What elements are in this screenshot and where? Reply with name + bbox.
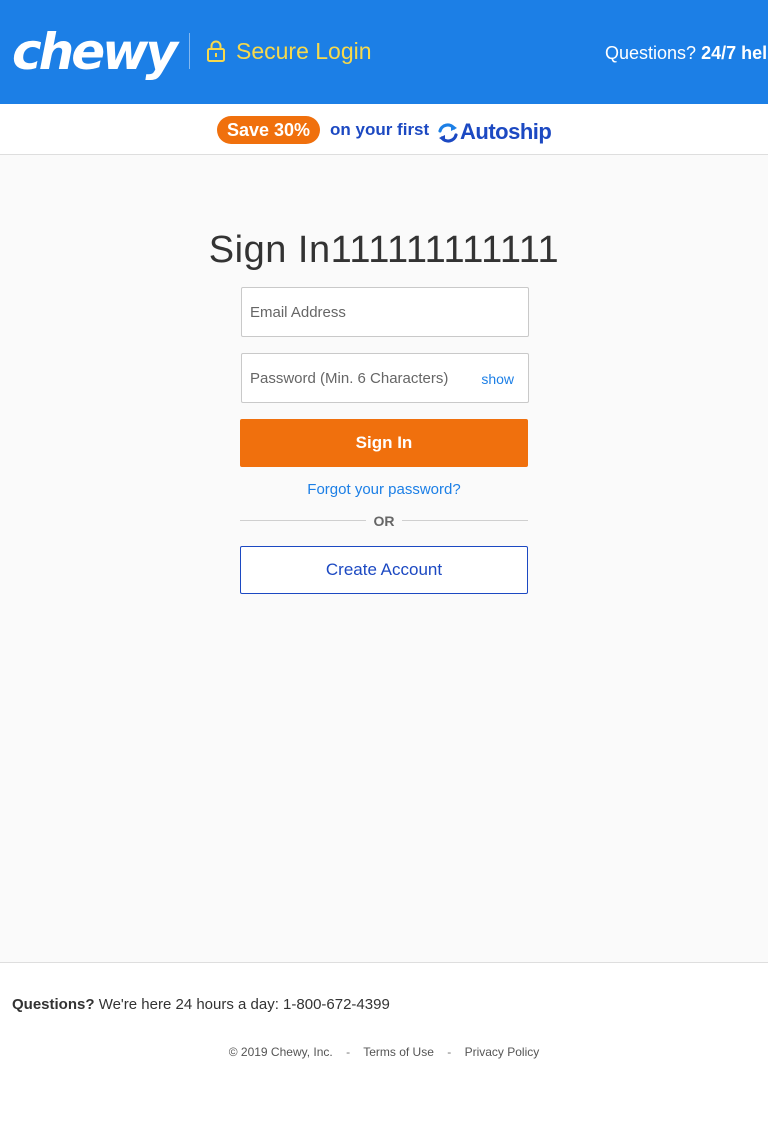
header-questions-label: Questions?	[605, 43, 697, 63]
chewy-logo[interactable]: chewy	[12, 24, 178, 80]
copyright-text: © 2019 Chewy, Inc.	[228, 1045, 333, 1059]
privacy-policy-link[interactable]: Privacy Policy	[465, 1045, 540, 1059]
autoship-promo-banner[interactable]: Save 30% on your first Autoship	[0, 104, 768, 155]
email-field[interactable]	[242, 288, 528, 336]
sign-in-button[interactable]: Sign In	[240, 419, 528, 467]
autoship-logo: Autoship	[437, 118, 567, 146]
footer-separator: -	[346, 1045, 351, 1059]
or-line-right	[402, 520, 528, 521]
header-divider	[189, 33, 190, 69]
page-title: Sign In111111111111	[208, 229, 560, 271]
footer-separator: -	[447, 1045, 452, 1059]
email-field-container	[241, 287, 529, 337]
secure-login-label: Secure Login	[236, 38, 372, 64]
forgot-password-link[interactable]: Forgot your password?	[307, 481, 460, 498]
save-badge: Save 30%	[217, 116, 320, 144]
footer-links: © 2019 Chewy, Inc. - Terms of Use - Priv…	[0, 1043, 768, 1061]
header: chewy Secure Login Questions? 24/7 hel	[0, 0, 768, 104]
lock-icon	[207, 40, 225, 62]
footer: Questions? We're here 24 hours a day: 1-…	[0, 962, 768, 1123]
footer-questions-label: Questions?	[12, 996, 95, 1013]
show-password-toggle[interactable]: show	[481, 370, 514, 388]
footer-questions: Questions? We're here 24 hours a day: 1-…	[12, 995, 390, 1015]
header-questions: Questions? 24/7 hel	[605, 40, 767, 66]
password-field-container: show	[241, 353, 529, 403]
footer-questions-text: We're here 24 hours a day: 1-800-672-439…	[98, 996, 390, 1013]
forgot-password-row: Forgot your password?	[0, 480, 768, 500]
autoship-arrows-icon	[438, 123, 458, 143]
promo-text: on your first	[330, 120, 430, 139]
terms-of-use-link[interactable]: Terms of Use	[363, 1045, 434, 1059]
header-help-text[interactable]: 24/7 hel	[701, 43, 767, 63]
or-label: OR	[373, 513, 395, 529]
create-account-button[interactable]: Create Account	[240, 546, 528, 594]
or-divider: OR	[240, 511, 528, 531]
autoship-label: Autoship	[460, 119, 552, 144]
